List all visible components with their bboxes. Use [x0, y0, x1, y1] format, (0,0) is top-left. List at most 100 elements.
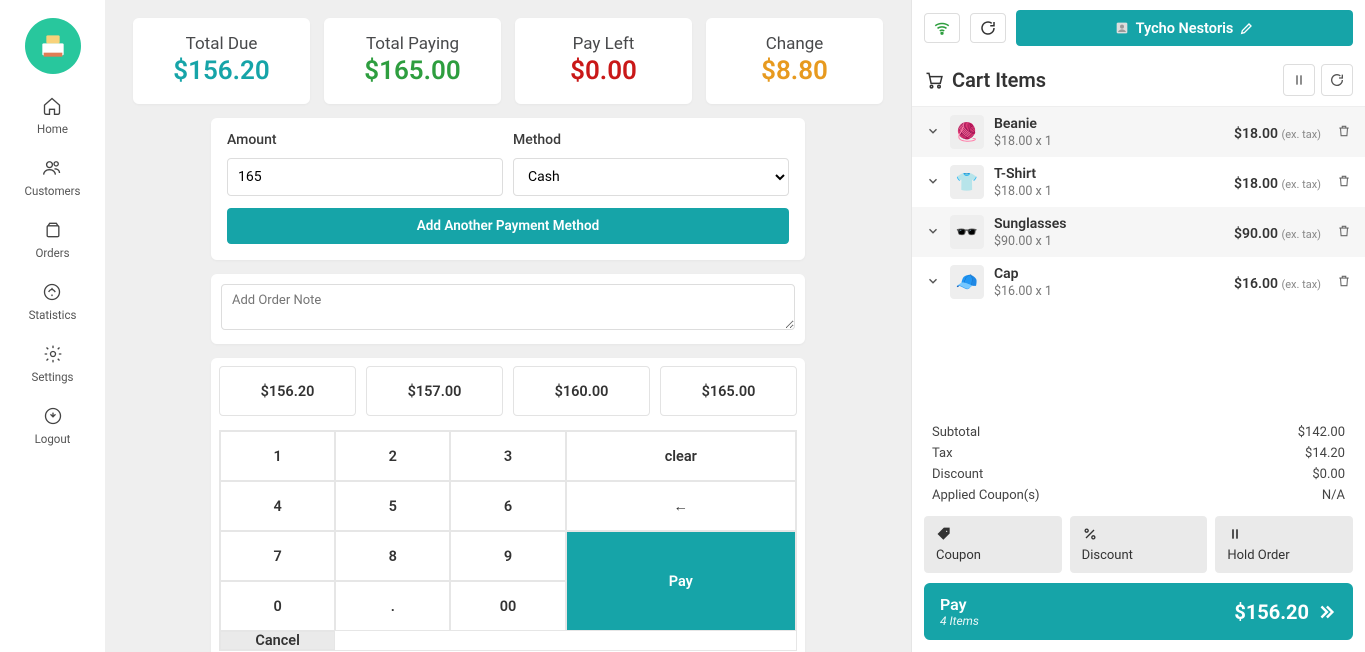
- item-price: $90.00 (ex. tax): [1234, 223, 1321, 242]
- key-0[interactable]: 0: [220, 581, 335, 631]
- cart-item: 👕 T-Shirt $18.00 x 1 $18.00 (ex. tax): [912, 157, 1365, 207]
- main-panel: Total Due $156.20 Total Paying $165.00 P…: [105, 0, 911, 652]
- key-cancel[interactable]: Cancel: [220, 631, 335, 650]
- item-info: Sunglasses $90.00 x 1: [994, 216, 1224, 249]
- method-select[interactable]: Cash: [513, 158, 789, 196]
- quick-amount-button[interactable]: $156.20: [219, 366, 356, 416]
- cart-panel: Tycho Nestoris Cart Items 🧶 Beanie $18.0…: [911, 0, 1365, 652]
- item-name: T-Shirt: [994, 166, 1224, 182]
- card-value: $165.00: [324, 56, 501, 86]
- connection-status-button[interactable]: [924, 13, 960, 43]
- payment-form: Amount Method Cash Add Another Payment M…: [211, 118, 805, 260]
- nav-label: Statistics: [29, 308, 77, 322]
- hold-order-button[interactable]: Hold Order: [1215, 516, 1353, 573]
- quick-amount-button[interactable]: $157.00: [366, 366, 503, 416]
- totals: Subtotal$142.00 Tax$14.20 Discount$0.00 …: [912, 416, 1365, 516]
- key-dot[interactable]: .: [335, 581, 450, 631]
- coupon-button[interactable]: Coupon: [924, 516, 1062, 573]
- tax-label: Tax: [932, 446, 953, 461]
- card-label: Change: [706, 34, 883, 54]
- key-backspace[interactable]: ←: [566, 481, 796, 531]
- user-name: Tycho Nestoris: [1136, 20, 1234, 37]
- card-pay-left: Pay Left $0.00: [515, 18, 692, 104]
- pay-title: Pay: [940, 595, 979, 614]
- pay-button[interactable]: Pay 4 Items $156.20: [924, 583, 1353, 640]
- subtotal-value: $142.00: [1298, 425, 1345, 440]
- cart-title-text: Cart Items: [952, 68, 1046, 92]
- cart-actions: Coupon Discount Hold Order: [912, 516, 1365, 573]
- customers-icon: [42, 158, 62, 178]
- summary-row: Total Due $156.20 Total Paying $165.00 P…: [133, 18, 883, 104]
- quick-amount-button[interactable]: $165.00: [660, 366, 797, 416]
- chevrons-right-icon: [1315, 601, 1337, 623]
- add-payment-method-button[interactable]: Add Another Payment Method: [227, 208, 789, 244]
- key-1[interactable]: 1: [220, 431, 335, 481]
- nav-customers[interactable]: Customers: [25, 158, 81, 198]
- remove-item-button[interactable]: [1337, 173, 1351, 192]
- discount-value: $0.00: [1312, 467, 1345, 482]
- pay-subtitle: 4 Items: [940, 614, 979, 628]
- key-6[interactable]: 6: [450, 481, 565, 531]
- pause-icon: [1227, 526, 1243, 542]
- expand-item-button[interactable]: [926, 173, 940, 192]
- cart-item: 🧢 Cap $16.00 x 1 $16.00 (ex. tax): [912, 257, 1365, 307]
- cart-item: 🕶️ Sunglasses $90.00 x 1 $90.00 (ex. tax…: [912, 207, 1365, 257]
- item-price: $18.00 (ex. tax): [1234, 173, 1321, 192]
- cart-header: Cart Items: [912, 56, 1365, 107]
- nav-orders[interactable]: Orders: [35, 220, 69, 260]
- key-4[interactable]: 4: [220, 481, 335, 531]
- reset-cart-button[interactable]: [1321, 64, 1353, 96]
- keypad: 1 2 3 clear 4 5 6 ← 7 8 9 Pay 0 . 00 Can…: [219, 430, 797, 651]
- item-info: T-Shirt $18.00 x 1: [994, 166, 1224, 199]
- nav-label: Logout: [35, 432, 71, 446]
- user-button[interactable]: Tycho Nestoris: [1016, 10, 1353, 46]
- expand-item-button[interactable]: [926, 223, 940, 242]
- item-info: Beanie $18.00 x 1: [994, 116, 1224, 149]
- edit-icon: [1239, 20, 1255, 36]
- card-total-due: Total Due $156.20: [133, 18, 310, 104]
- card-label: Total Due: [133, 34, 310, 54]
- key-00[interactable]: 00: [450, 581, 565, 631]
- remove-item-button[interactable]: [1337, 123, 1351, 142]
- key-7[interactable]: 7: [220, 531, 335, 581]
- nav-logout[interactable]: Logout: [35, 406, 71, 446]
- item-price: $18.00 (ex. tax): [1234, 123, 1321, 142]
- item-thumbnail: 🧢: [950, 265, 984, 299]
- amount-input[interactable]: [227, 158, 503, 196]
- card-value: $156.20: [133, 56, 310, 86]
- remove-item-button[interactable]: [1337, 273, 1351, 292]
- order-note-card: [211, 274, 805, 344]
- key-8[interactable]: 8: [335, 531, 450, 581]
- card-value: $0.00: [515, 56, 692, 86]
- tag-icon: [936, 526, 952, 542]
- key-5[interactable]: 5: [335, 481, 450, 531]
- item-subtext: $90.00 x 1: [994, 234, 1224, 249]
- key-pay[interactable]: Pay: [566, 531, 796, 631]
- keypad-card: $156.20 $157.00 $160.00 $165.00 1 2 3 cl…: [211, 358, 805, 652]
- quick-amount-button[interactable]: $160.00: [513, 366, 650, 416]
- logout-icon: [43, 406, 63, 426]
- key-3[interactable]: 3: [450, 431, 565, 481]
- discount-button[interactable]: Discount: [1070, 516, 1208, 573]
- cart-item: 🧶 Beanie $18.00 x 1 $18.00 (ex. tax): [912, 107, 1365, 157]
- nav-home[interactable]: Home: [37, 96, 68, 136]
- action-label: Hold Order: [1227, 548, 1341, 563]
- nav-settings[interactable]: Settings: [32, 344, 74, 384]
- key-9[interactable]: 9: [450, 531, 565, 581]
- percent-icon: [1082, 526, 1098, 542]
- nav-statistics[interactable]: Statistics: [29, 282, 77, 322]
- topbar: Tycho Nestoris: [912, 0, 1365, 56]
- expand-item-button[interactable]: [926, 273, 940, 292]
- remove-item-button[interactable]: [1337, 223, 1351, 242]
- card-change: Change $8.80: [706, 18, 883, 104]
- action-label: Discount: [1082, 548, 1196, 563]
- item-price: $16.00 (ex. tax): [1234, 273, 1321, 292]
- refresh-button[interactable]: [970, 13, 1006, 43]
- key-clear[interactable]: clear: [566, 431, 796, 481]
- expand-item-button[interactable]: [926, 123, 940, 142]
- subtotal-label: Subtotal: [932, 425, 980, 440]
- item-thumbnail: 👕: [950, 165, 984, 199]
- key-2[interactable]: 2: [335, 431, 450, 481]
- pause-cart-button[interactable]: [1283, 64, 1315, 96]
- order-note-input[interactable]: [221, 284, 795, 330]
